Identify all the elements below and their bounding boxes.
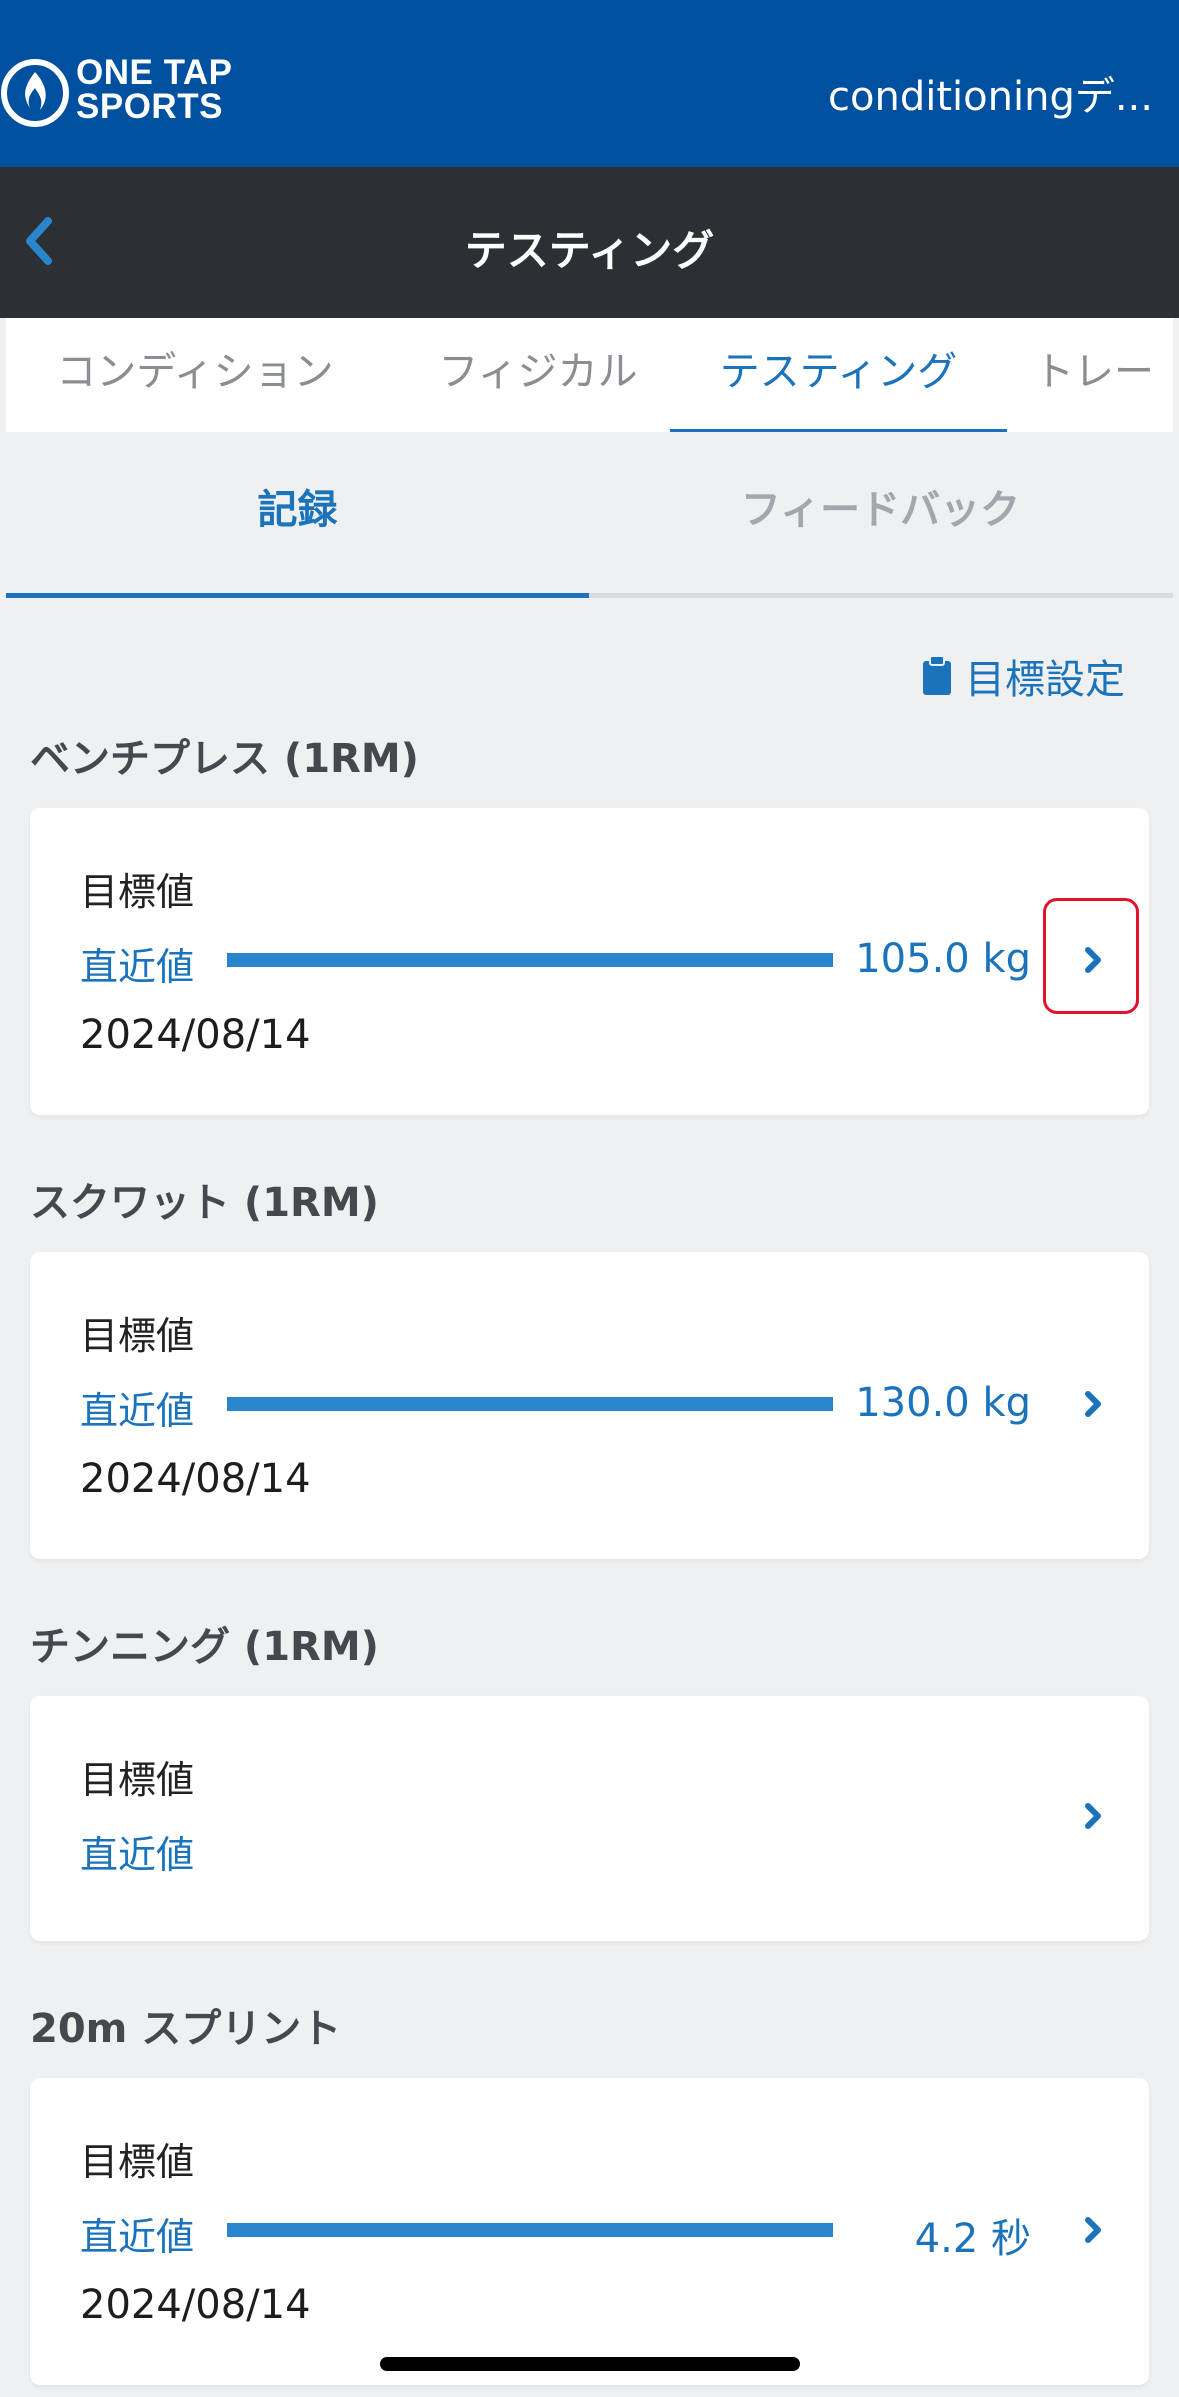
recent-value: 105.0 kg xyxy=(855,936,1031,982)
logo-text: ONE TAP SPORTS xyxy=(76,53,233,126)
account-name[interactable]: conditioningデ... xyxy=(828,64,1153,122)
progress-bar xyxy=(227,2223,833,2237)
highlight-annotation xyxy=(1043,898,1139,1014)
tab-testing[interactable]: テスティング xyxy=(670,318,1007,432)
detail-chevron-button[interactable] xyxy=(1073,1384,1113,1424)
target-label: 目標値 xyxy=(80,2140,195,2184)
section-title-chinning: チンニング (1RM) xyxy=(30,1624,379,1670)
recent-label: 直近値 xyxy=(80,1389,195,1433)
tab-condition[interactable]: コンディション xyxy=(20,318,370,432)
navigation-bar: テスティング xyxy=(0,167,1179,318)
chevron-right-icon xyxy=(1085,2217,1101,2243)
app-logo: ONE TAP SPORTS xyxy=(0,52,260,128)
recent-value: 130.0 kg xyxy=(855,1380,1031,1426)
section-title-bench-press: ベンチプレス (1RM) xyxy=(30,736,419,782)
section-title-20m-sprint: 20m スプリント xyxy=(30,2006,342,2052)
logo-icon xyxy=(1,59,69,127)
detail-chevron-button[interactable] xyxy=(1073,2210,1113,2250)
recent-value: 4.2 秒 xyxy=(914,2216,1031,2262)
record-card-bench-press[interactable]: 目標値 直近値 105.0 kg 2024/08/14 xyxy=(30,808,1149,1115)
subtab-record[interactable]: 記録 xyxy=(6,432,589,598)
progress-bar-fill xyxy=(227,2223,833,2237)
subtab-active-indicator xyxy=(6,593,589,598)
goal-setting-label: 目標設定 xyxy=(965,657,1125,703)
record-date: 2024/08/14 xyxy=(80,2282,311,2328)
target-label: 目標値 xyxy=(80,1314,195,1358)
sub-tab-bar: 記録 フィードバック xyxy=(6,432,1173,598)
chevron-right-icon xyxy=(1085,1803,1101,1829)
home-indicator xyxy=(380,2357,800,2371)
recent-label: 直近値 xyxy=(80,1833,195,1877)
progress-bar-fill xyxy=(227,1397,833,1411)
detail-chevron-button[interactable] xyxy=(1073,1796,1113,1836)
record-card-chinning[interactable]: 目標値 直近値 xyxy=(30,1696,1149,1941)
subtab-feedback[interactable]: フィードバック xyxy=(589,432,1172,598)
goal-setting-button[interactable]: 目標設定 xyxy=(921,650,1125,703)
main-tab-bar: コンディション フィジカル テスティング トレー xyxy=(6,318,1173,432)
page-title: テスティング xyxy=(464,226,715,275)
record-date: 2024/08/14 xyxy=(80,1012,311,1058)
progress-bar xyxy=(227,1397,833,1411)
tab-training[interactable]: トレー xyxy=(1034,318,1173,432)
chevron-right-icon xyxy=(1085,1391,1101,1417)
tab-physical[interactable]: フィジカル xyxy=(388,318,688,432)
recent-label: 直近値 xyxy=(80,945,195,989)
app-header: ONE TAP SPORTS conditioningデ... xyxy=(0,0,1179,167)
target-label: 目標値 xyxy=(80,870,195,914)
record-card-squat[interactable]: 目標値 直近値 130.0 kg 2024/08/14 xyxy=(30,1252,1149,1559)
target-label: 目標値 xyxy=(80,1758,195,1802)
clipboard-icon xyxy=(923,655,951,695)
section-title-squat: スクワット (1RM) xyxy=(30,1180,379,1226)
progress-bar-fill xyxy=(227,953,833,967)
record-date: 2024/08/14 xyxy=(80,1456,311,1502)
record-card-20m-sprint[interactable]: 目標値 直近値 4.2 秒 2024/08/14 xyxy=(30,2078,1149,2385)
recent-label: 直近値 xyxy=(80,2215,195,2259)
progress-bar xyxy=(227,953,833,967)
